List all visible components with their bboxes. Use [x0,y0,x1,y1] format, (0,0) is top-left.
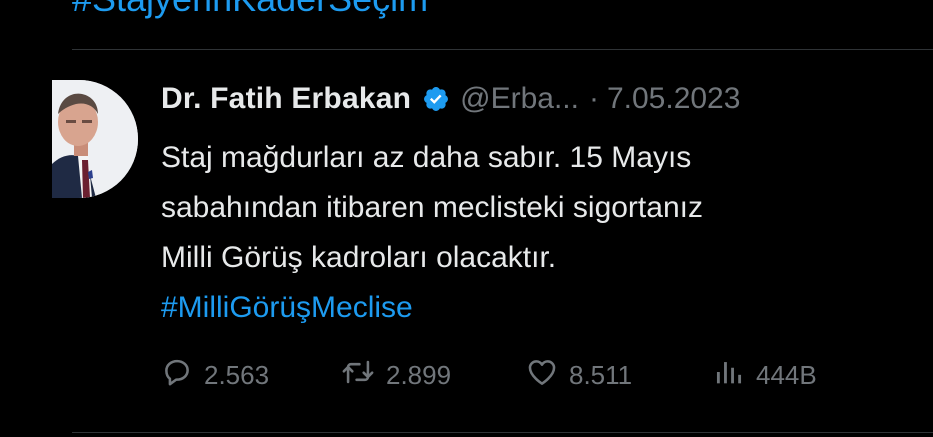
tweet-hashtag-link[interactable]: #MilliGörüşMeclise [161,283,921,333]
heart-icon [525,355,559,396]
tweet-header: Dr. Fatih Erbakan @Erba... · 7.05.2023 [161,81,740,117]
header-separator: · [588,82,599,115]
tweet-divider-bottom [72,432,933,433]
tweet-text-line: Milli Görüş kadroları olacaktır. [161,241,557,274]
reply-button[interactable]: 2.563 [160,355,269,395]
tweet-text-line: sabahından itibaren meclisteki sigortanı… [161,191,703,224]
tweet-divider-top [72,49,933,50]
view-count: 444B [756,359,817,390]
verified-badge-icon [422,85,450,113]
author-name[interactable]: Dr. Fatih Erbakan [161,82,411,116]
reply-count: 2.563 [204,359,270,390]
like-count: 8.511 [569,359,633,390]
views-button[interactable]: 444B [712,355,817,395]
retweet-icon [340,355,376,396]
previous-tweet-hashtag[interactable]: #StajyerinKaderSeçim [72,0,428,20]
tweet-text-line: Staj mağdurları az daha sabır. 15 Mayıs [161,141,692,174]
avatar[interactable] [52,80,138,198]
analytics-icon [712,355,746,396]
tweet-text: Staj mağdurları az daha sabır. 15 Mayıs … [161,133,921,333]
retweet-count: 2.899 [386,359,452,390]
like-button[interactable]: 8.511 [525,355,632,395]
comment-icon [160,355,194,396]
tweet-date[interactable]: 7.05.2023 [607,82,740,116]
retweet-button[interactable]: 2.899 [340,355,451,395]
tweet-actions: 2.563 2.899 8.511 444B [160,355,900,395]
author-handle[interactable]: @Erba... [460,82,579,116]
